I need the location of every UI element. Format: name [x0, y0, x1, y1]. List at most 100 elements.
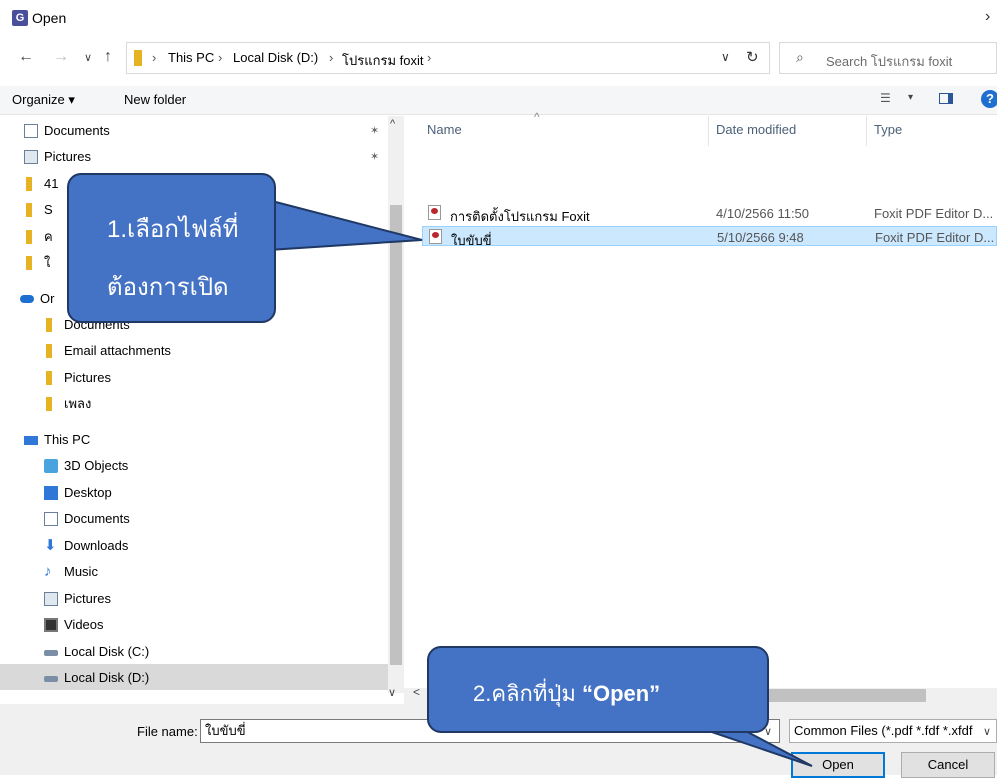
sidebar-item-music-thai[interactable]: เพลง [46, 394, 92, 414]
column-header-type[interactable]: Type [874, 122, 902, 137]
sidebar-item-label: Local Disk (D:) [64, 670, 150, 685]
callout-step2-prefix: 2.คลิกที่ปุ่ม [473, 681, 582, 706]
document-icon [24, 124, 38, 138]
file-row-selected[interactable]: ใบขับขี่ 5/10/2566 9:48 Foxit PDF Editor… [422, 226, 997, 248]
sidebar-item-folder-s[interactable]: S [26, 200, 53, 220]
pin-icon[interactable]: ✶ [370, 147, 379, 167]
horizontal-scroll-thumb[interactable] [760, 689, 926, 702]
column-header-name[interactable]: Name [427, 122, 462, 137]
address-bar[interactable] [126, 42, 770, 74]
folder-icon [46, 371, 52, 385]
sidebar-item-label: ค [44, 229, 53, 244]
sidebar-item-local-disk-d[interactable]: Local Disk (D:) [44, 668, 150, 688]
close-icon[interactable]: › [985, 8, 990, 26]
breadcrumb-separator: › [427, 50, 432, 65]
help-icon[interactable]: ? [981, 90, 997, 108]
sidebar-item-label: เพลง [64, 396, 92, 411]
sidebar-item-quick-pictures[interactable]: Pictures ✶ [24, 147, 379, 167]
sidebar-item-od-pictures[interactable]: Pictures [46, 368, 111, 388]
foxit-app-icon: G [12, 10, 28, 26]
sort-ascending-icon: ^ [534, 110, 540, 124]
sidebar-item-label: S [44, 202, 53, 217]
pin-icon[interactable]: ✶ [370, 121, 379, 141]
folder-icon [46, 318, 52, 332]
organize-button[interactable]: Organize ▾ [12, 92, 75, 108]
sidebar-item-documents[interactable]: Documents [44, 509, 130, 529]
file-date: 4/10/2566 11:50 [716, 206, 810, 221]
column-header-date-modified[interactable]: Date modified [716, 122, 796, 137]
sidebar-item-label: Documents [44, 123, 110, 138]
sidebar-item-label: Videos [64, 617, 104, 632]
recent-locations-icon[interactable]: ∨ [84, 51, 92, 64]
this-pc-icon [24, 436, 38, 445]
breadcrumb-this-pc[interactable]: This PC [168, 50, 214, 65]
scroll-left-icon[interactable]: < [413, 685, 420, 699]
search-placeholder: Search โปรแกรม foxit [826, 54, 953, 69]
sidebar-item-onedrive[interactable]: Or [20, 289, 54, 309]
file-name-label: File name: [137, 724, 198, 739]
back-arrow-icon[interactable]: ← [18, 48, 34, 66]
document-icon [44, 512, 58, 526]
folder-icon [26, 203, 32, 217]
view-options-icon[interactable]: ☰ [880, 91, 891, 105]
callout-step1: 1.เลือกไฟล์ที่ ต้องการเปิด [67, 173, 276, 323]
sidebar-item-label: This PC [44, 432, 91, 447]
refresh-icon[interactable]: ↻ [746, 48, 759, 66]
sidebar-item-pictures[interactable]: Pictures [44, 589, 111, 609]
scroll-down-icon[interactable]: ∨ [388, 686, 396, 699]
search-icon: ⌕ [796, 49, 804, 65]
sidebar-item-label: Local Disk (C:) [64, 644, 150, 659]
sidebar-item-label: Desktop [64, 485, 112, 500]
sidebar-item-downloads[interactable]: ⬇ Downloads [44, 536, 128, 556]
sidebar-item-music[interactable]: ♪ Music [44, 562, 98, 582]
file-type-select[interactable]: Common Files (*.pdf *.fdf *.xfdf [789, 719, 997, 743]
sidebar-item-3d-objects[interactable]: 3D Objects [44, 456, 129, 476]
sidebar-item-videos[interactable]: Videos [44, 615, 104, 635]
sidebar-item-label: Documents [64, 511, 130, 526]
scroll-up-icon[interactable]: ^ [390, 118, 395, 130]
forward-arrow-icon[interactable]: → [53, 48, 69, 66]
new-folder-button[interactable]: New folder [124, 92, 186, 107]
up-arrow-icon[interactable]: ↑ [104, 48, 112, 66]
sidebar-item-label: ใ [44, 255, 51, 270]
folder-icon [26, 230, 32, 244]
callout-step1-line1: 1.เลือกไฟล์ที่ [107, 216, 239, 243]
pdf-file-icon [428, 205, 441, 220]
breadcrumb-separator: › [152, 50, 157, 65]
column-divider[interactable] [866, 116, 867, 146]
sidebar-item-local-disk-c[interactable]: Local Disk (C:) [44, 642, 150, 662]
breadcrumb-local-disk-d[interactable]: Local Disk (D:) [233, 50, 318, 65]
address-dropdown-icon[interactable]: ∨ [721, 50, 730, 64]
title-bar [0, 0, 997, 38]
file-row[interactable]: การติดตั้งโปรแกรม Foxit 4/10/2566 11:50 … [422, 203, 997, 224]
file-type: Foxit PDF Editor D... [874, 206, 994, 221]
file-type-dropdown-icon[interactable]: ∨ [983, 725, 991, 738]
sidebar-item-folder-thai-2[interactable]: ใ [26, 253, 51, 273]
folder-icon [26, 177, 32, 191]
sidebar-item-this-pc[interactable]: This PC [24, 430, 91, 450]
sidebar-item-email-attachments[interactable]: Email attachments [46, 341, 171, 361]
open-button[interactable]: Open [791, 752, 885, 778]
nav-scroll-thumb[interactable] [390, 205, 402, 665]
preview-pane-icon[interactable] [939, 93, 953, 104]
sidebar-item-quick-documents[interactable]: Documents ✶ [24, 121, 379, 141]
sidebar-item-folder-thai-1[interactable]: ค [26, 227, 53, 247]
breadcrumb-foxit-folder[interactable]: โปรแกรม foxit [342, 50, 423, 71]
music-icon: ♪ [44, 563, 52, 580]
callout-step1-line2: ต้องการเปิด [107, 274, 229, 301]
folder-icon [26, 256, 32, 270]
3d-objects-icon [44, 459, 58, 473]
desktop-icon [44, 486, 58, 500]
sidebar-item-label: Email attachments [64, 343, 171, 358]
sidebar-item-label: Music [64, 564, 98, 579]
file-type: Foxit PDF Editor D... [875, 230, 995, 245]
sidebar-item-label: 41 [44, 176, 59, 191]
folder-icon [134, 50, 142, 66]
view-dropdown-icon[interactable]: ▾ [908, 92, 913, 103]
sidebar-item-folder-41[interactable]: 41 [26, 174, 59, 194]
cancel-button[interactable]: Cancel [901, 752, 995, 778]
onedrive-cloud-icon [20, 295, 34, 303]
column-divider[interactable] [708, 116, 709, 146]
sidebar-item-label: 3D Objects [64, 458, 129, 473]
sidebar-item-desktop[interactable]: Desktop [44, 483, 112, 503]
